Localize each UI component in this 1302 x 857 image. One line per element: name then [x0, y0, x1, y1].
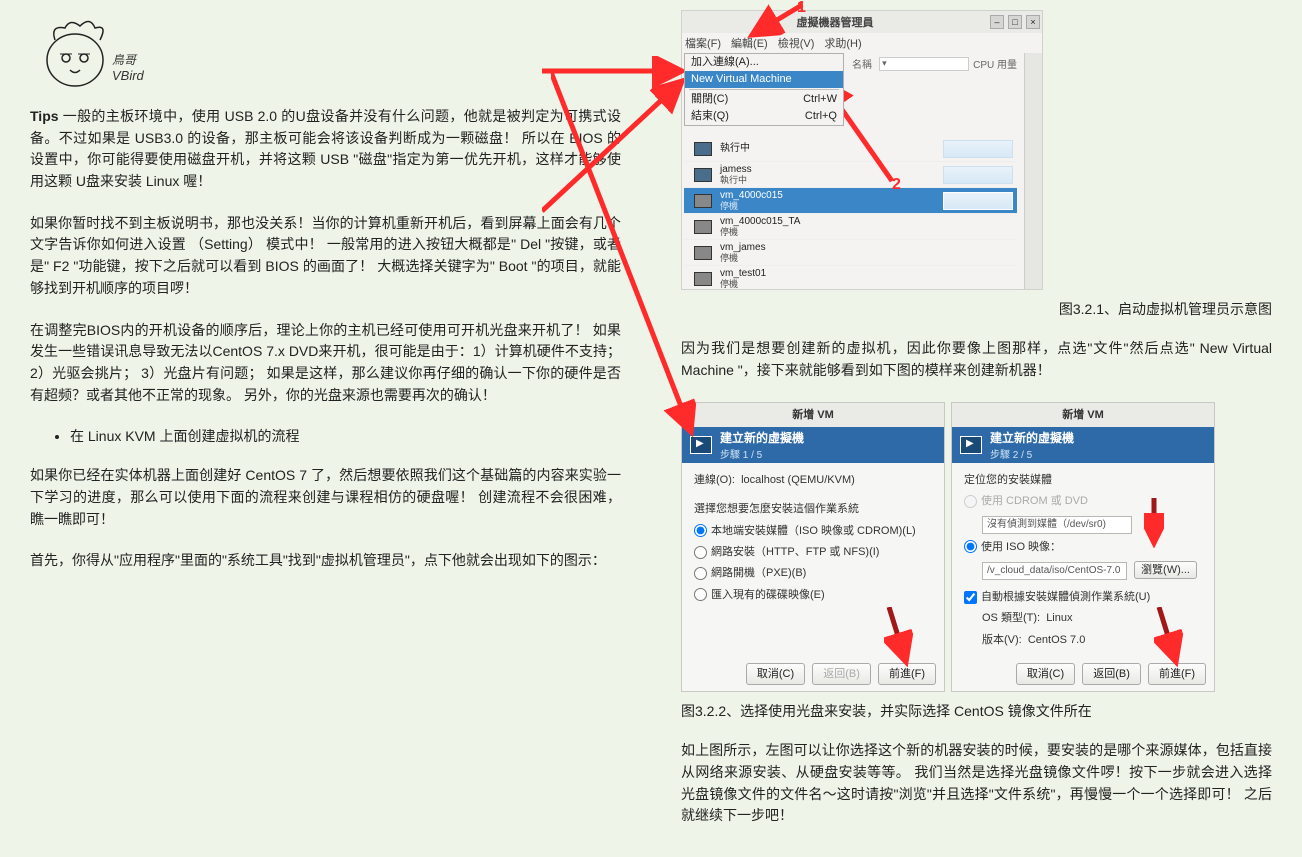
red-arrow-icon — [551, 72, 701, 442]
col-cpu: CPU 用量 — [973, 56, 1017, 71]
opt-local[interactable]: 本地端安裝媒體（ISO 映像或 CDROM)(L) — [694, 525, 916, 537]
dialog-step2: 新增 VM 建立新的虛擬機步驟 2 / 5 定位您的安裝媒體 使用 CDROM … — [951, 402, 1215, 692]
browse-button[interactable]: 瀏覽(W)... — [1134, 561, 1197, 579]
paragraph-2: 如果你暂时找不到主板说明书，那也没关系！当你的计算机重新开机后，看到屏幕上面会有… — [30, 213, 621, 300]
cancel-button[interactable]: 取消(C) — [1016, 663, 1075, 685]
annotation-1: 1 — [797, 0, 806, 17]
opt-iso[interactable]: 使用 ISO 映像： — [964, 541, 1061, 553]
red-arrow-icon — [1144, 498, 1164, 548]
dialog-title: 新增 VM — [682, 403, 944, 427]
caption-322: 图3.2.2、选择使用光盘来安装，并实际选择 CentOS 镜像文件所在 — [681, 700, 1272, 722]
opt-cdrom[interactable]: 使用 CDROM 或 DVD — [964, 495, 1088, 507]
back-button: 返回(B) — [812, 663, 871, 685]
vm-row[interactable]: vm_test01停機 — [684, 266, 1017, 292]
auto-detect-check[interactable]: 自動根據安裝媒體偵測作業系統(U) — [964, 591, 1150, 603]
iso-path-combo[interactable]: /v_cloud_data/iso/CentOS-7.0 — [982, 562, 1127, 580]
conn-label: 連線(O): — [694, 474, 735, 486]
paragraph-4: 如果你已经在实体机器上面创建好 CentOS 7 了，然后想要依照我们这个基础篇… — [30, 465, 621, 530]
conn-value: localhost (QEMU/KVM) — [741, 474, 855, 486]
vm-icon — [960, 436, 982, 454]
minimize-icon[interactable]: – — [990, 15, 1004, 29]
figure-322: 新增 VM 建立新的虛擬機步驟 1 / 5 連線(O): localhost (… — [681, 402, 1272, 692]
paragraph-after-321: 因为我们是想要创建新的虚拟机，因此你要像上图那样，点选"文件"然后点选" New… — [681, 338, 1272, 381]
vbird-logo: 鳥哥 VBird — [30, 10, 150, 95]
prompt: 定位您的安裝媒體 — [964, 473, 1202, 488]
paragraph-5: 首先，你得从"应用程序"里面的"系统工具"找到"虚拟机管理员"，点下他就会出现如… — [30, 550, 621, 572]
file-dropdown: 加入連線(A)... New Virtual Machine 關閉(C)Ctrl… — [684, 53, 844, 126]
caption-321: 图3.2.1、启动虚拟机管理员示意图 — [681, 298, 1272, 320]
figure-vmm-window: 虛擬機器管理員 – □ × 檔案(F) 編輯(E) 檢視(V) 求助(H) 加入… — [681, 10, 1043, 290]
ostype-value: Linux — [1046, 612, 1072, 624]
vm-row[interactable]: vm_james停機 — [684, 240, 1017, 266]
menu-help[interactable]: 求助(H) — [824, 35, 861, 51]
dialog-step1: 新增 VM 建立新的虛擬機步驟 1 / 5 連線(O): localhost (… — [681, 402, 945, 692]
opt-import[interactable]: 匯入現有的碟碟映像(E) — [694, 589, 825, 601]
menu-close[interactable]: 關閉(C)Ctrl+W — [685, 91, 843, 108]
opt-pxe[interactable]: 網路開機（PXE)(B) — [694, 567, 806, 579]
menubar: 檔案(F) 編輯(E) 檢視(V) 求助(H) — [682, 33, 1042, 53]
svg-text:VBird: VBird — [112, 68, 145, 83]
dialog-title: 新增 VM — [952, 403, 1214, 427]
maximize-icon[interactable]: □ — [1008, 15, 1022, 29]
col-name: 名稱 — [847, 56, 879, 71]
close-icon[interactable]: × — [1026, 15, 1040, 29]
prompt: 選擇您想要怎麼安裝這個作業系統 — [694, 502, 932, 517]
red-arrow-icon — [1154, 607, 1184, 667]
cancel-button[interactable]: 取消(C) — [746, 663, 805, 685]
bullet-kvm: 在 Linux KVM 上面创建虚拟机的流程 — [70, 426, 621, 447]
menu-new-vm[interactable]: New Virtual Machine — [685, 71, 843, 88]
paragraph-3: 在调整完BIOS内的开机设备的顺序后，理论上你的主机已经可使用可开机光盘来开机了… — [30, 320, 621, 407]
tips-paragraph: Tips 一般的主板环境中，使用 USB 2.0 的U盘设备并没有什么问题，他就… — [30, 106, 621, 193]
vm-row[interactable]: vm_4000c015_TA停機 — [684, 214, 1017, 240]
red-arrow-icon — [884, 607, 914, 667]
cd-combo: 沒有偵測到媒體（/dev/sr0) — [982, 516, 1132, 534]
opt-net[interactable]: 網路安裝（HTTP、FTP 或 NFS)(I) — [694, 546, 879, 558]
cpu-usage-selector[interactable]: ▾ — [879, 57, 969, 71]
svg-text:鳥哥: 鳥哥 — [112, 53, 138, 67]
scrollbar[interactable] — [1024, 53, 1042, 289]
paragraph-after-322: 如上图所示，左图可以让你选择这个新的机器安装的时候，要安装的是哪个来源媒体，包括… — [681, 740, 1272, 827]
menu-quit[interactable]: 結束(Q)Ctrl+Q — [685, 108, 843, 125]
menu-add-connection[interactable]: 加入連線(A)... — [685, 54, 843, 71]
annotation-2: 2 — [892, 176, 901, 194]
version-value: CentOS 7.0 — [1028, 634, 1085, 646]
window-title: 虛擬機器管理員 — [682, 14, 988, 30]
back-button[interactable]: 返回(B) — [1082, 663, 1141, 685]
